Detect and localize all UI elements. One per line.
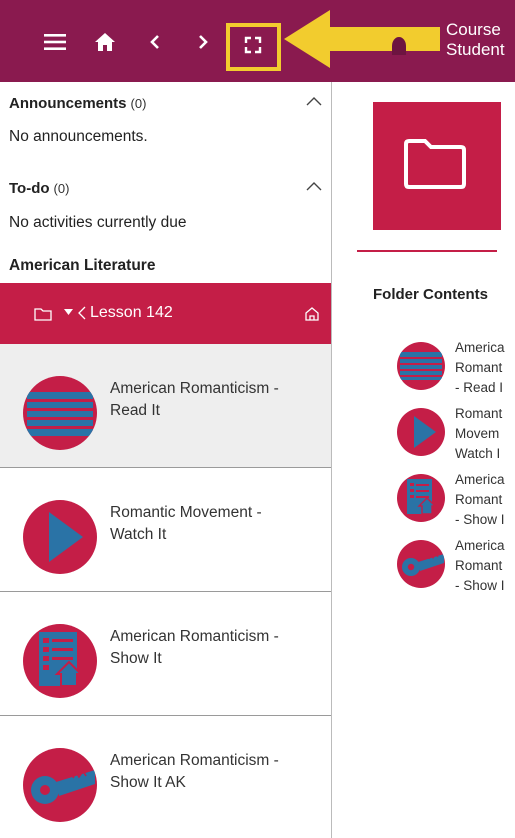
lesson-item[interactable]: Romantic Movement - Watch It: [0, 468, 331, 592]
chevron-up-icon[interactable]: [306, 96, 322, 106]
todo-empty-text: No activities currently due: [9, 214, 187, 231]
item-line: Movem: [455, 426, 500, 441]
announcements-empty-text: No announcements.: [9, 128, 148, 145]
home-outline-icon[interactable]: [304, 306, 320, 322]
right-panel: Folder Contents America Romant - Read I …: [333, 82, 515, 838]
pointer-arrow-icon: [284, 10, 440, 68]
tab-underline: [357, 250, 497, 252]
item-subtitle: Read It: [110, 402, 160, 419]
todo-header[interactable]: To-do (0): [0, 175, 331, 201]
folder-icon[interactable]: [34, 307, 52, 321]
answer-key-icon: [31, 769, 95, 804]
lesson-item[interactable]: American Romanticism - Show It: [0, 592, 331, 716]
folder-icon: [404, 139, 466, 189]
folder-content-item[interactable]: America Romant - Read I: [397, 338, 515, 410]
folder-tile[interactable]: [373, 102, 501, 230]
lesson-bar: Lesson 142: [0, 283, 331, 344]
highlight-box: [226, 23, 281, 71]
show-it-icon: [39, 632, 84, 687]
folder-content-item[interactable]: Romant Movem Watch I: [397, 404, 515, 476]
lesson-item[interactable]: American Romanticism - Show It AK: [0, 716, 331, 838]
menu-button[interactable]: [38, 25, 72, 59]
user-icon[interactable]: [392, 37, 406, 55]
chevron-left-icon: [150, 35, 159, 49]
item-title: American Romanticism -: [110, 628, 279, 645]
read-it-icon: [27, 392, 93, 436]
chevron-left-icon[interactable]: [77, 305, 87, 321]
show-it-icon: [407, 479, 437, 515]
item-line: America: [455, 472, 505, 487]
back-button[interactable]: [138, 25, 172, 59]
item-line: - Read I: [455, 380, 504, 395]
item-line: Romant: [455, 492, 503, 507]
course-title: Course Student: [446, 20, 505, 59]
folder-content-item[interactable]: America Romant - Show I: [397, 536, 515, 608]
answer-key-icon: [402, 553, 444, 576]
item-title: American Romanticism -: [110, 380, 279, 397]
chevron-up-icon[interactable]: [306, 181, 322, 191]
item-line: - Show I: [455, 578, 505, 593]
item-line: America: [455, 538, 505, 553]
left-panel: Announcements (0) No announcements. To-d…: [0, 82, 332, 838]
top-bar: Course Student: [0, 0, 515, 82]
item-line: Romant: [455, 558, 503, 573]
caret-down-icon[interactable]: [64, 309, 73, 315]
item-line: - Show I: [455, 512, 505, 527]
hamburger-icon: [44, 34, 66, 50]
forward-button[interactable]: [186, 25, 220, 59]
announcements-header[interactable]: Announcements (0): [0, 90, 331, 116]
home-button[interactable]: [88, 25, 122, 59]
item-subtitle: Watch It: [110, 526, 167, 543]
course-name: American Literature: [9, 257, 156, 274]
item-line: Watch I: [455, 446, 501, 461]
item-line: Romant: [455, 406, 503, 421]
watch-it-icon: [49, 512, 83, 562]
read-it-icon: [400, 352, 442, 380]
watch-it-icon: [414, 416, 436, 448]
home-icon: [95, 33, 115, 51]
folder-content-item[interactable]: America Romant - Show I: [397, 470, 515, 542]
item-line: America: [455, 340, 505, 355]
item-title: Romantic Movement -: [110, 504, 262, 521]
lesson-label[interactable]: Lesson 142: [90, 304, 173, 322]
chevron-right-icon: [199, 35, 208, 49]
lesson-item[interactable]: American Romanticism - Read It: [0, 344, 331, 468]
item-line: Romant: [455, 360, 503, 375]
item-title: American Romanticism -: [110, 752, 279, 769]
item-subtitle: Show It: [110, 650, 162, 667]
folder-contents-heading: Folder Contents: [373, 286, 488, 303]
item-subtitle: Show It AK: [110, 774, 186, 791]
